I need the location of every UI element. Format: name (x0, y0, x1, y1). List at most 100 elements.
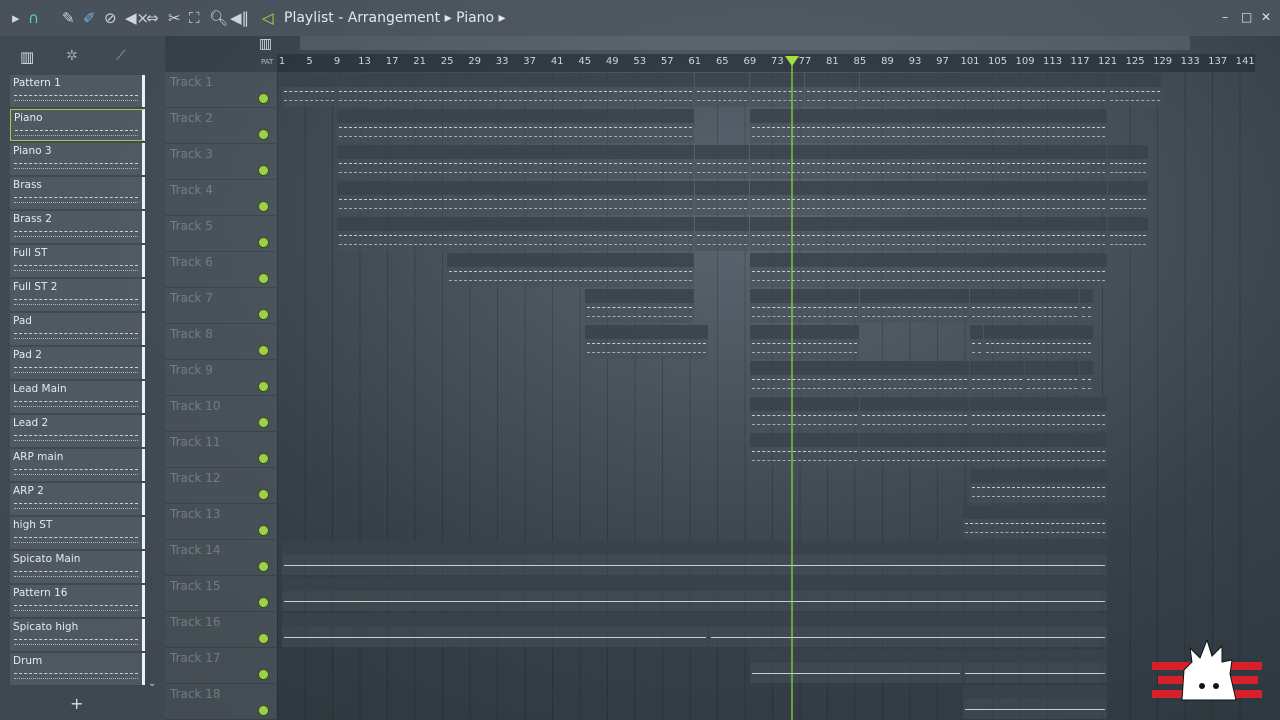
pattern-clip[interactable]: ☰ GT Pow 2 (859, 397, 969, 431)
track-mute-led[interactable] (259, 310, 268, 319)
pattern-clip[interactable]: ☰ Spicato high (749, 325, 859, 359)
track-header[interactable]: Track 15 (165, 576, 277, 612)
pattern-clip[interactable]: ☰ Baas (749, 433, 859, 467)
audio-icon[interactable]: ✲ (66, 48, 78, 64)
pattern-clip[interactable]: ☰ GT Pow 3 (970, 397, 1107, 431)
automation-clip[interactable]: ⟋ GT Pow - Velocity (963, 649, 1107, 683)
pattern-item[interactable]: high ST (10, 517, 145, 549)
pattern-clip[interactable]: ☰ Full ST (447, 253, 694, 287)
timeline-ruler[interactable]: 1 5 9 13 17 21 25 29 33 37 41 45 49 53 57 61 65 69 73 77 81 8… (277, 54, 1255, 72)
track-mute-led[interactable] (259, 94, 268, 103)
pattern-clip[interactable]: ☰ Lead 2 (749, 181, 1107, 215)
breadcrumb[interactable]: Piano (456, 10, 494, 26)
automation-clip[interactable]: ⟋ GT Mel - Velocity (963, 685, 1107, 719)
pattern-clip[interactable]: ☰ Lead Main (337, 181, 694, 215)
pattern-clip[interactable]: ☰ Full ST 2 (749, 253, 1107, 287)
pattern-clip[interactable]: ☰ Drum 3 (1025, 361, 1080, 395)
pattern-clip[interactable]: ☰ Spicato Main (584, 289, 694, 323)
close-button[interactable]: ✕ (1261, 10, 1271, 24)
pattern-item[interactable]: ARP 2 (10, 483, 145, 515)
pattern-clip[interactable]: ☰ Spicato Main (970, 289, 1080, 323)
track-mute-led[interactable] (259, 454, 268, 463)
track-mute-led[interactable] (259, 670, 268, 679)
pattern-item[interactable]: Spicato high (10, 619, 145, 651)
pattern-clip[interactable]: ☰ Brass 2 (749, 109, 1107, 143)
track-header[interactable]: Track 9 (165, 360, 277, 396)
pattern-clip[interactable]: ☰ GT Mel (963, 505, 1107, 539)
pencil-icon[interactable]: ✎ (62, 9, 75, 27)
select-icon[interactable]: ⛶ (189, 9, 200, 27)
track-mute-led[interactable] (259, 274, 268, 283)
track-header[interactable]: Track 12 (165, 468, 277, 504)
pattern-item[interactable]: Lead Main (10, 381, 145, 413)
pattern-clip[interactable]: ☰ ARP main (337, 217, 694, 251)
pattern-item[interactable]: Lead 2 (10, 415, 145, 447)
pattern-item[interactable]: Piano (10, 109, 145, 141)
automation-icon[interactable]: ⟋ (116, 48, 126, 64)
pattern-clip[interactable]: ☰ ARP 2 (749, 217, 1107, 251)
pattern-clip[interactable]: ☰ Drum 3 (970, 361, 1025, 395)
track-header[interactable]: Track 7 (165, 288, 277, 324)
horizontal-scrollbar[interactable] (300, 36, 1190, 50)
piano-icon[interactable]: ▥ (259, 36, 272, 52)
pattern-clip[interactable] (749, 361, 969, 395)
pattern-clip[interactable]: ☰ Piano 3 (859, 73, 1107, 107)
pattern-clip[interactable]: ☰ Piano (337, 73, 694, 107)
track-mute-led[interactable] (259, 166, 268, 175)
track-mute-led[interactable] (259, 598, 268, 607)
track-header[interactable]: Track 6 (165, 252, 277, 288)
track-mute-led[interactable] (259, 526, 268, 535)
pattern-clip[interactable] (694, 217, 749, 251)
track-mute-led[interactable] (259, 634, 268, 643)
pattern-item[interactable]: Pad (10, 313, 145, 345)
pattern-clip[interactable]: ☰ Bass 2 (859, 433, 1107, 467)
song-position-marker[interactable] (785, 56, 800, 66)
pattern-clip[interactable]: ☰ Pat..rn 1 (282, 73, 337, 107)
pattern-item[interactable]: Brass 2 (10, 211, 145, 243)
track-mute-led[interactable] (259, 130, 268, 139)
track-mute-led[interactable] (259, 238, 268, 247)
slip-icon[interactable]: ⇔ (146, 9, 159, 27)
delete-icon[interactable]: ⊘ (104, 9, 117, 27)
track-mute-led[interactable] (259, 490, 268, 499)
pattern-clip[interactable] (1107, 181, 1148, 215)
automation-clip[interactable]: ⟋ GT Pow - Velocity (749, 649, 963, 683)
track-header[interactable]: Track 10 (165, 396, 277, 432)
pattern-clip[interactable]: ☰ Brass (337, 109, 694, 143)
zoom-icon[interactable]: 🔍︎ (209, 9, 228, 27)
track-header[interactable]: Track 13 (165, 504, 277, 540)
track-header[interactable]: Track 8 (165, 324, 277, 360)
slice-icon[interactable]: ✂ (168, 9, 181, 27)
pattern-clip[interactable]: ☰ Spicato high (983, 325, 1093, 359)
pattern-clip[interactable]: ☰ Pat..rn 1 (804, 73, 859, 107)
automation-clip[interactable]: ⟋ Full ST - Velocity (282, 577, 1107, 611)
pattern-item[interactable]: Drum (10, 653, 145, 685)
pattern-item[interactable]: Pattern 1 (10, 75, 145, 107)
pattern-clip[interactable]: ☰ Spicato Main (859, 289, 969, 323)
track-header[interactable]: Track 5 (165, 216, 277, 252)
automation-clip[interactable]: ⟋ High ST - Velocity (282, 613, 708, 647)
pattern-item[interactable]: ARP main (10, 449, 145, 481)
track-header[interactable]: Track 18 (165, 684, 277, 720)
pattern-clip[interactable]: ☰ high ST (584, 325, 708, 359)
track-mute-led[interactable] (259, 418, 268, 427)
track-header[interactable]: Track 1 (165, 72, 277, 108)
magnet-icon[interactable]: ∩ (28, 9, 39, 27)
pattern-clip[interactable]: ☰ Pad 2 (749, 145, 1107, 179)
paint-icon[interactable]: ✐ (83, 9, 96, 27)
pattern-clip[interactable]: ☰ Spicato Main (749, 289, 859, 323)
maximize-button[interactable]: □ (1241, 10, 1252, 24)
pattern-clip[interactable]: ☰ Pat..rn 1 (749, 73, 804, 107)
pattern-item[interactable]: Full ST 2 (10, 279, 145, 311)
track-mute-led[interactable] (259, 706, 268, 715)
playback-icon[interactable]: ◀‖ (230, 9, 249, 27)
track-header[interactable]: Track 17 (165, 648, 277, 684)
track-header[interactable]: Track 3 (165, 144, 277, 180)
add-pattern-button[interactable]: + (70, 694, 83, 713)
play-arrow-icon[interactable]: ▸ (12, 9, 20, 27)
pattern-clip[interactable] (1080, 289, 1093, 323)
pattern-clip[interactable]: ☰ Pad (337, 145, 694, 179)
automation-clip[interactable]: ⟋ Spicato high - velocity (708, 613, 1107, 647)
track-mute-led[interactable] (259, 346, 268, 355)
pattern-clip[interactable]: ☰ voice (970, 469, 1107, 503)
